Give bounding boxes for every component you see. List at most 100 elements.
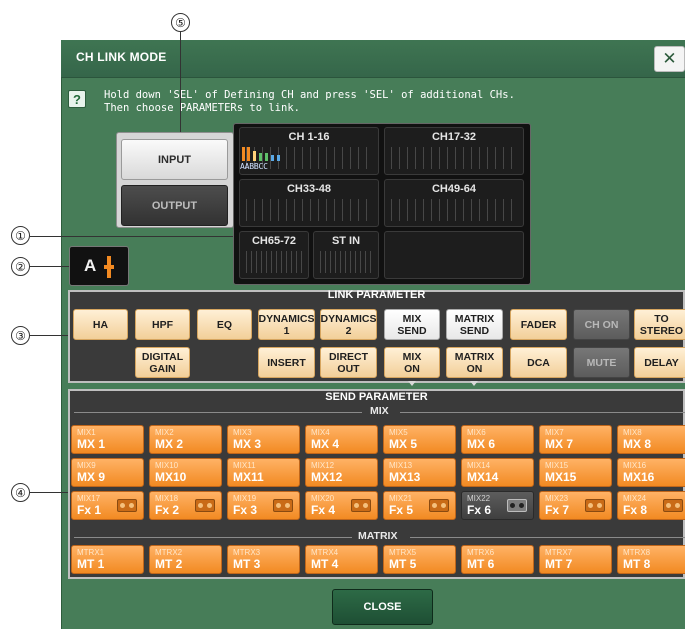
window-close-icon[interactable]: ✕ bbox=[654, 46, 685, 72]
callout-4: ④ bbox=[11, 483, 30, 502]
ch-tile-17-32[interactable]: CH17-32 bbox=[384, 127, 524, 175]
send-param-name: MT 6 bbox=[467, 557, 495, 571]
link-matrix-send-button[interactable]: MATRIX SEND bbox=[446, 309, 503, 340]
send-param-bus-label: MIX18 bbox=[155, 494, 179, 503]
effect-rack-icon bbox=[117, 499, 137, 512]
send-param-button[interactable]: MTRX4 MT 4 bbox=[305, 545, 378, 574]
send-param-button[interactable]: MIX15 MX15 bbox=[539, 458, 612, 487]
send-param-button[interactable]: MIX21 Fx 5 bbox=[383, 491, 456, 520]
mix-section-rule-left bbox=[74, 412, 362, 413]
send-param-bus-label: MIX17 bbox=[77, 494, 101, 503]
send-param-button[interactable]: MIX13 MX13 bbox=[383, 458, 456, 487]
send-param-button[interactable]: MIX19 Fx 3 bbox=[227, 491, 300, 520]
send-param-name: MX14 bbox=[467, 470, 499, 484]
ch-tile-label: ST IN bbox=[331, 235, 361, 247]
send-param-button[interactable]: MIX2 MX 2 bbox=[149, 425, 222, 454]
effect-rack-icon bbox=[429, 499, 449, 512]
send-param-button[interactable]: MTRX7 MT 7 bbox=[539, 545, 612, 574]
callout-3-leader bbox=[30, 335, 68, 336]
send-param-name: MX 3 bbox=[233, 437, 262, 451]
ch-tile-label: CH 1-16 bbox=[288, 131, 330, 143]
link-digital-gain-button[interactable]: DIGITAL GAIN bbox=[135, 347, 190, 378]
send-param-name: Fx 4 bbox=[311, 503, 336, 517]
send-param-button[interactable]: MIX5 MX 5 bbox=[383, 425, 456, 454]
send-param-button[interactable]: MIX16 MX16 bbox=[617, 458, 685, 487]
matrix-section-rule-right bbox=[410, 537, 685, 538]
send-param-button[interactable]: MIX23 Fx 7 bbox=[539, 491, 612, 520]
send-param-button[interactable]: MIX17 Fx 1 bbox=[71, 491, 144, 520]
send-param-name: MX 4 bbox=[311, 437, 340, 451]
link-mix-on-button[interactable]: MIX ON bbox=[384, 347, 440, 378]
ch-tile-label: CH17-32 bbox=[431, 131, 477, 143]
send-param-button[interactable]: MIX20 Fx 4 bbox=[305, 491, 378, 520]
send-param-button[interactable]: MIX22 Fx 6 bbox=[461, 491, 534, 520]
close-button[interactable]: CLOSE bbox=[332, 589, 433, 625]
link-group-indicator: A bbox=[69, 246, 129, 286]
link-matrix-on-button[interactable]: MATRIX ON bbox=[446, 347, 503, 378]
fader-strip bbox=[391, 199, 517, 221]
send-param-name: MT 8 bbox=[623, 557, 651, 571]
send-param-button[interactable]: MIX12 MX12 bbox=[305, 458, 378, 487]
input-button[interactable]: INPUT bbox=[121, 139, 228, 180]
matrix-section-rule-left bbox=[74, 537, 352, 538]
link-dca-button[interactable]: DCA bbox=[510, 347, 567, 378]
send-param-bus-label: MIX16 bbox=[623, 461, 647, 470]
link-mute-button[interactable]: MUTE bbox=[573, 347, 630, 378]
effect-rack-icon bbox=[663, 499, 683, 512]
send-param-button[interactable]: MIX8 MX 8 bbox=[617, 425, 685, 454]
ch-tile-label: CH65-72 bbox=[251, 235, 297, 247]
effect-rack-icon bbox=[351, 499, 371, 512]
linked-channel-meters bbox=[241, 145, 291, 161]
send-param-button[interactable]: MTRX8 MT 8 bbox=[617, 545, 685, 574]
link-hpf-button[interactable]: HPF bbox=[135, 309, 190, 340]
ch-tile-65-72[interactable]: CH65-72 bbox=[239, 231, 309, 279]
ch-tile-st-in[interactable]: ST IN bbox=[313, 231, 379, 279]
send-param-bus-label: MIX21 bbox=[389, 494, 413, 503]
send-param-button[interactable]: MTRX6 MT 6 bbox=[461, 545, 534, 574]
fader-icon-cap bbox=[104, 265, 114, 269]
link-direct-out-button[interactable]: DIRECT OUT bbox=[320, 347, 377, 378]
send-param-button[interactable]: MIX10 MX10 bbox=[149, 458, 222, 487]
link-ch-on-button[interactable]: CH ON bbox=[573, 309, 630, 340]
fader-strip bbox=[320, 251, 372, 273]
link-to-stereo-button[interactable]: TO STEREO bbox=[634, 309, 685, 340]
link-dynamics1-button[interactable]: DYNAMICS 1 bbox=[258, 309, 315, 340]
link-ha-button[interactable]: HA bbox=[73, 309, 128, 340]
effect-rack-icon bbox=[195, 499, 215, 512]
send-param-button[interactable]: MIX7 MX 7 bbox=[539, 425, 612, 454]
link-eq-button[interactable]: EQ bbox=[197, 309, 252, 340]
send-param-button[interactable]: MIX9 MX 9 bbox=[71, 458, 144, 487]
fader-strip bbox=[246, 251, 302, 273]
send-param-bus-label: MTRX2 bbox=[155, 548, 183, 557]
send-param-bus-label: MIX12 bbox=[311, 461, 335, 470]
send-param-button[interactable]: MIX1 MX 1 bbox=[71, 425, 144, 454]
send-param-button[interactable]: MIX18 Fx 2 bbox=[149, 491, 222, 520]
ch-tile-49-64[interactable]: CH49-64 bbox=[384, 179, 524, 227]
mix-section-label: MIX bbox=[370, 405, 389, 417]
help-icon[interactable]: ? bbox=[68, 90, 86, 108]
send-param-button[interactable]: MIX11 MX11 bbox=[227, 458, 300, 487]
send-param-button[interactable]: MIX6 MX 6 bbox=[461, 425, 534, 454]
link-dynamics2-button[interactable]: DYNAMICS 2 bbox=[320, 309, 377, 340]
link-mix-send-button[interactable]: MIX SEND bbox=[384, 309, 440, 340]
ch-tile-33-48[interactable]: CH33-48 bbox=[239, 179, 379, 227]
output-button[interactable]: OUTPUT bbox=[121, 185, 228, 226]
send-param-button[interactable]: MTRX5 MT 5 bbox=[383, 545, 456, 574]
send-param-button[interactable]: MIX4 MX 4 bbox=[305, 425, 378, 454]
link-delay-button[interactable]: DELAY bbox=[634, 347, 685, 378]
send-param-button[interactable]: MIX3 MX 3 bbox=[227, 425, 300, 454]
window-title: CH LINK MODE bbox=[76, 50, 167, 64]
send-param-button[interactable]: MIX14 MX14 bbox=[461, 458, 534, 487]
link-group-letter: A bbox=[84, 256, 97, 275]
send-param-name: MT 4 bbox=[311, 557, 339, 571]
send-param-button[interactable]: MTRX2 MT 2 bbox=[149, 545, 222, 574]
link-fader-button[interactable]: FADER bbox=[510, 309, 567, 340]
send-param-button[interactable]: MTRX3 MT 3 bbox=[227, 545, 300, 574]
send-param-button[interactable]: MTRX1 MT 1 bbox=[71, 545, 144, 574]
send-param-name: MX 9 bbox=[77, 470, 106, 484]
send-param-button[interactable]: MIX24 Fx 8 bbox=[617, 491, 685, 520]
instruction-line-1: Hold down 'SEL' of Defining CH and press… bbox=[104, 89, 515, 101]
send-param-name: MX16 bbox=[623, 470, 655, 484]
link-insert-button[interactable]: INSERT bbox=[258, 347, 315, 378]
send-param-bus-label: MIX7 bbox=[545, 428, 564, 437]
